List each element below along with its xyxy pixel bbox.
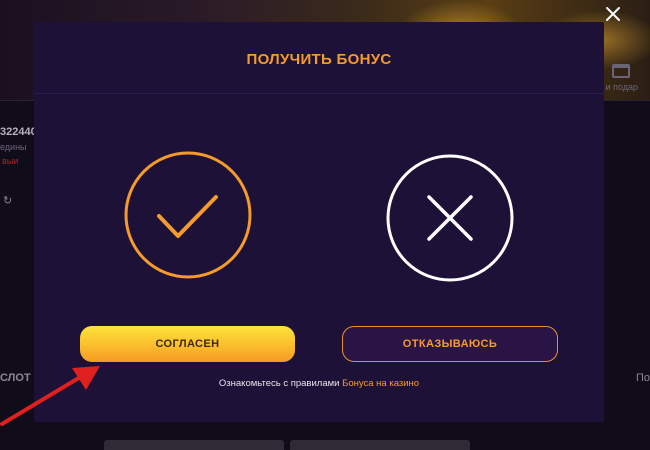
arrow-annotation <box>0 358 110 428</box>
check-circle-icon[interactable] <box>123 150 253 280</box>
refresh-icon: ↻ <box>3 195 13 207</box>
background-red-label: выи <box>2 156 19 166</box>
bonus-modal: ПОЛУЧИТЬ БОНУС СОГЛАСЕН ОТКАЗЫВАЮСЬ Озна… <box>34 22 604 422</box>
agree-button-label: СОГЛАСЕН <box>155 338 220 350</box>
background-balance: 322440 <box>0 126 37 138</box>
background-label: едины <box>0 142 27 152</box>
background-game-card <box>104 440 284 450</box>
background-right-heading: По <box>636 372 650 384</box>
background-game-card <box>290 440 470 450</box>
bonus-rules-link[interactable]: Бонуса на казино <box>342 378 419 389</box>
decline-button-label: ОТКАЗЫВАЮСЬ <box>402 338 498 350</box>
rules-notice: Ознакомьтесь с правилами Бонуса на казин… <box>34 378 604 389</box>
rules-text: Ознакомьтесь с правилами <box>218 378 340 389</box>
agree-button[interactable]: СОГЛАСЕН <box>80 326 295 362</box>
background-gifts-label: и и подар <box>598 82 638 92</box>
decline-button[interactable]: ОТКАЗЫВАЮСЬ <box>342 326 558 362</box>
modal-title: ПОЛУЧИТЬ БОНУС <box>246 51 392 68</box>
gift-icon <box>612 64 630 78</box>
modal-header: ПОЛУЧИТЬ БОНУС <box>34 22 604 94</box>
close-icon[interactable] <box>603 4 623 24</box>
x-circle-icon[interactable] <box>385 153 515 283</box>
